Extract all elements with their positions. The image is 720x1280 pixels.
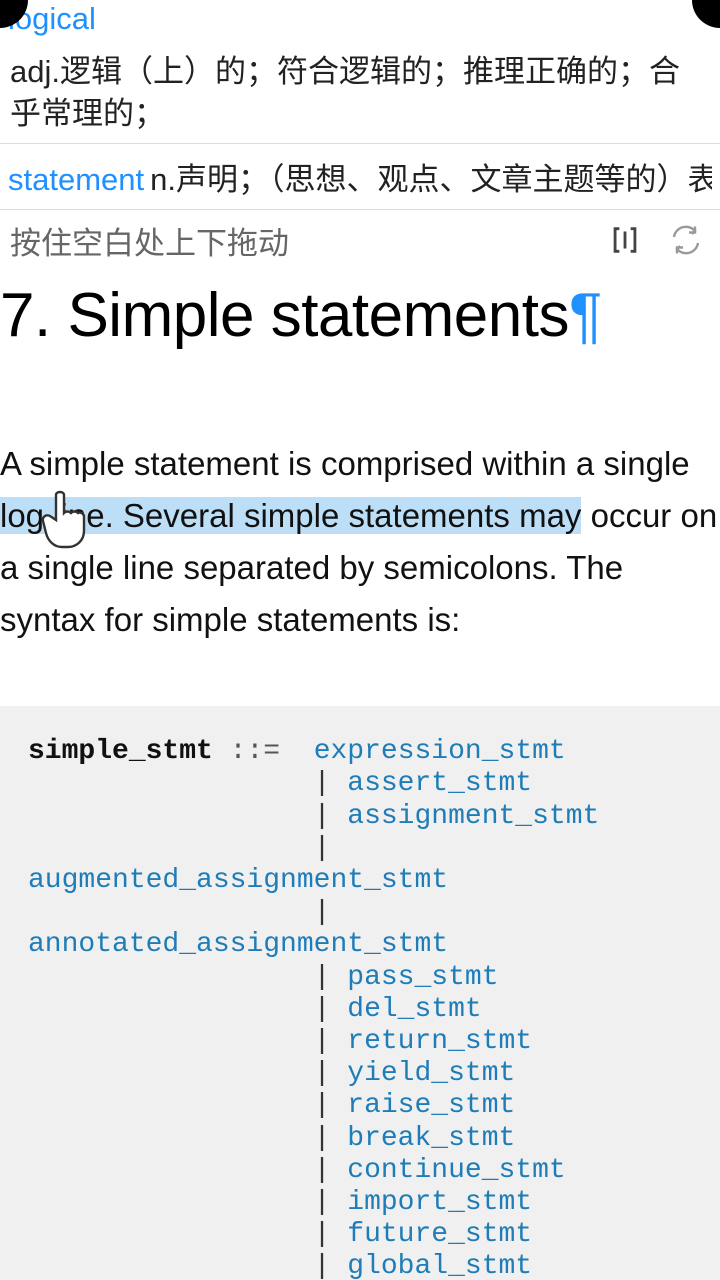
grammar-rule[interactable]: future_stmt (347, 1219, 532, 1250)
dict-definition: adj.逻辑（上）的；符合逻辑的；推理正确的；合乎常理的； (0, 45, 720, 143)
grammar-op: ::= (230, 736, 280, 767)
pilcrow-icon[interactable]: ¶ (569, 281, 602, 350)
dict-entry-logical: logical (0, 0, 720, 45)
document-page[interactable]: 7. Simple statements¶ A simple statement… (0, 271, 720, 1280)
title-number: 7. (0, 281, 51, 350)
grammar-rule[interactable]: pass_stmt (347, 962, 498, 993)
grammar-lhs: simple_stmt (28, 736, 213, 767)
refresh-icon[interactable] (668, 222, 704, 258)
grammar-rule[interactable]: yield_stmt (347, 1058, 515, 1089)
title-text: Simple statements (67, 281, 569, 350)
dict-entry-statement: statement n.声明；（思想、观点、文章主题等的）表 (0, 144, 720, 209)
grammar-block[interactable]: simple_stmt ::= expression_stmt | assert… (0, 706, 720, 1280)
grammar-rule[interactable]: break_stmt (347, 1123, 515, 1154)
drag-hint: 按住空白处上下拖动 (10, 218, 582, 263)
selection-highlight: log (0, 497, 44, 534)
grammar-rule[interactable]: continue_stmt (347, 1155, 565, 1186)
grammar-rule[interactable]: raise_stmt (347, 1090, 515, 1121)
grammar-rule[interactable]: annotated_assignment_stmt (28, 929, 448, 960)
brackets-icon[interactable] (608, 223, 642, 257)
grammar-rule[interactable]: return_stmt (347, 1026, 532, 1057)
intro-paragraph[interactable]: A simple statement is comprised within a… (0, 358, 720, 647)
dict-word[interactable]: statement (8, 162, 144, 198)
page-title: 7. Simple statements¶ (0, 271, 720, 358)
grammar-rule[interactable]: del_stmt (347, 994, 481, 1025)
drag-toolbar[interactable]: 按住空白处上下拖动 (0, 210, 720, 271)
grammar-rule[interactable]: augmented_assignment_stmt (28, 865, 448, 896)
grammar-rule[interactable]: expression_stmt (314, 736, 566, 767)
grammar-rule[interactable]: global_stmt (347, 1251, 532, 1280)
grammar-rule[interactable]: import_stmt (347, 1187, 532, 1218)
grammar-rule[interactable]: assignment_stmt (347, 801, 599, 832)
dict-definition: n.声明；（思想、观点、文章主题等的）表 (150, 154, 712, 199)
selection-highlight: line. Several simple statements may (44, 497, 581, 534)
para-text: A simple statement is comprised within a… (0, 445, 690, 482)
grammar-rule[interactable]: assert_stmt (347, 768, 532, 799)
